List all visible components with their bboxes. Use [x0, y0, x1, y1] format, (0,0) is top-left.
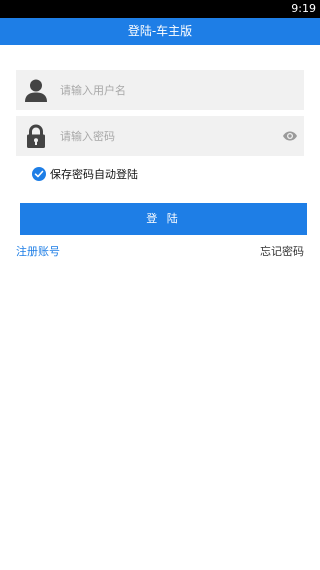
- eye-icon[interactable]: [282, 128, 298, 144]
- status-bar: 9:19: [0, 0, 320, 18]
- username-input[interactable]: [60, 70, 270, 110]
- title-bar: 登陆-车主版: [0, 18, 320, 45]
- username-field[interactable]: [16, 70, 304, 110]
- page-title: 登陆-车主版: [127, 24, 193, 38]
- password-input[interactable]: [60, 116, 270, 156]
- register-link[interactable]: 注册账号: [16, 244, 60, 260]
- login-button[interactable]: 登 陆: [20, 203, 307, 235]
- login-screen: 9:19 登陆-车主版 请输入用户名 保存密码自动登陆 登 陆 注册账号 忘记密…: [0, 0, 320, 570]
- lock-icon: [23, 123, 49, 149]
- checkbox-checked-icon[interactable]: [32, 167, 46, 181]
- remember-password-label: 保存密码自动登陆: [50, 168, 138, 181]
- user-icon: [23, 77, 49, 103]
- forgot-password-link[interactable]: 忘记密码: [260, 244, 304, 260]
- status-time: 9:19: [291, 2, 316, 15]
- password-field[interactable]: [16, 116, 304, 156]
